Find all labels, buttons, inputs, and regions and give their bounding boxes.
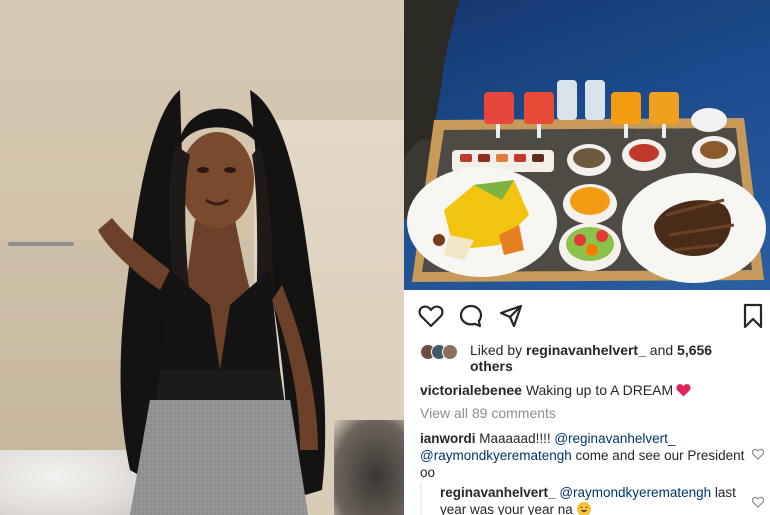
breakfast-tray-image [404, 0, 766, 283]
liked-by-label: Liked by [470, 342, 523, 358]
reply-thread-line [420, 483, 422, 515]
paper-plane-icon[interactable] [498, 303, 524, 329]
comment-username[interactable]: reginavanhelvert_ [440, 485, 556, 500]
comment-like-heart-icon[interactable] [752, 496, 764, 508]
red-heart-emoji-icon [676, 383, 691, 397]
comment-mention-link[interactable]: @reginavanhelvert_ [554, 431, 675, 446]
caption-text: Waking up to A DREAM [525, 382, 674, 398]
post-caption: victorialebenee Waking up to A DREAM [420, 382, 760, 399]
post-action-bar [404, 290, 770, 338]
comment-like-heart-icon[interactable] [752, 448, 764, 460]
comment-text: Maaaaad!!!! [479, 431, 551, 446]
caption-username[interactable]: victorialebenee [420, 382, 522, 398]
comment-mention-link[interactable]: @raymondkyerematengh [420, 448, 572, 463]
comment-bubble-icon[interactable] [458, 303, 484, 329]
liker-avatars [420, 344, 468, 362]
avatar[interactable] [442, 344, 458, 360]
likes-text: Liked by reginavanhelvert_ and 5,656 oth… [470, 342, 760, 374]
view-all-comments-link[interactable]: View all 89 comments [420, 405, 556, 421]
comment-mention-link[interactable]: @raymondkyerematengh [559, 485, 711, 500]
woman-figure [98, 90, 326, 515]
heart-outline-icon[interactable] [418, 303, 444, 329]
likes-count[interactable]: 5,656 [677, 342, 712, 358]
left-photo [0, 0, 404, 515]
comment-username[interactable]: ianwordi [420, 431, 476, 446]
comment-item: ianwordi Maaaaad!!!! @reginavanhelvert_ … [420, 430, 745, 481]
liked-by-user-link[interactable]: reginavanhelvert_ [526, 342, 646, 358]
likes-summary: Liked by reginavanhelvert_ and 5,656 oth… [420, 342, 760, 378]
bookmark-icon[interactable] [740, 303, 766, 329]
liked-and-label: and [649, 342, 674, 358]
laughing-emoji-icon [576, 502, 591, 515]
comment-reply-item: reginavanhelvert_ @raymondkyerematengh l… [440, 484, 745, 515]
likes-others-link[interactable]: others [470, 358, 513, 374]
post-image[interactable] [404, 0, 770, 290]
